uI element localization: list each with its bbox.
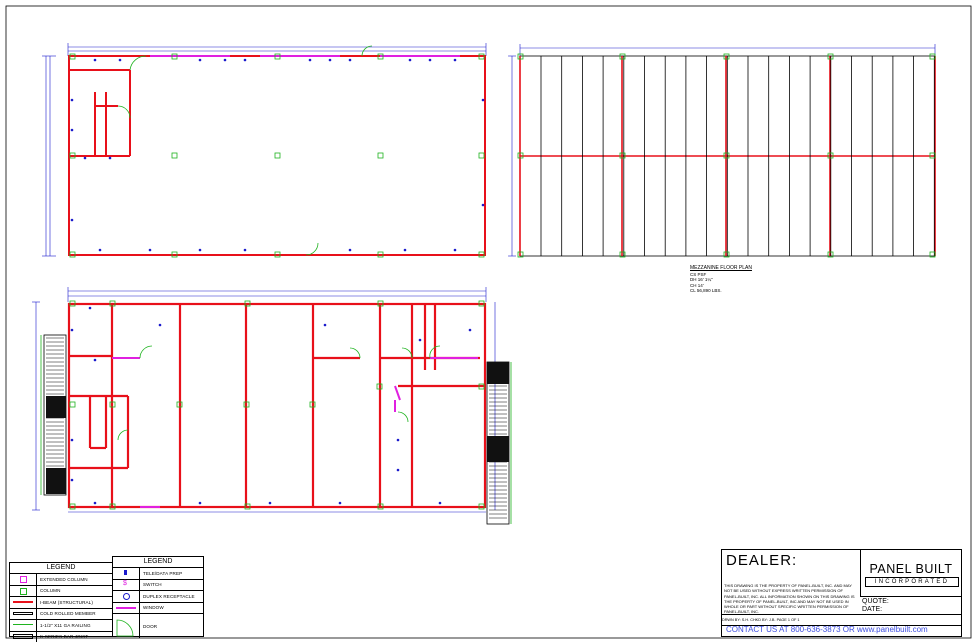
- extended-column-icon: [10, 574, 37, 585]
- legend-row: DOOR: [113, 614, 203, 638]
- legend-row: COLD ROLLED MEMBER: [10, 608, 112, 620]
- duplex-receptacle-icon: [113, 591, 140, 602]
- legend-row: 1-1/2" X11 GA RAILING: [10, 620, 112, 632]
- date-label: DATE:: [862, 606, 883, 613]
- door-icon: [113, 614, 140, 638]
- legend-label: DUPLEX RECEPTACLE: [143, 593, 195, 599]
- switch-icon: $: [113, 579, 140, 590]
- ground-floor-plan: [42, 43, 487, 258]
- legend-label: K-SERIES BAR JOIST: [40, 634, 89, 640]
- legend-label: I-BEAM (STRUCTURAL): [40, 599, 93, 605]
- disclaimer-text: THIS DRAWING IS THE PROPERTY OF PANEL-BU…: [724, 583, 855, 615]
- bar-joist-icon: [10, 631, 37, 642]
- legend-row: EXTENDED COLUMN: [10, 574, 112, 586]
- column-icon: [10, 585, 37, 596]
- railing-icon: [10, 620, 37, 631]
- legend-label: COLD ROLLED MEMBER: [40, 611, 96, 617]
- quote-label: QUOTE:: [862, 598, 889, 605]
- legend-row: I-BEAM (STRUCTURAL): [10, 597, 112, 609]
- legend-label: TELE/DATA PREP: [143, 570, 183, 576]
- legend-label: SWITCH: [143, 582, 162, 588]
- legend-title: LEGEND: [113, 557, 203, 568]
- legend-label: COLUMN: [40, 588, 61, 594]
- legend-label: 1-1/2" X11 GA RAILING: [40, 622, 91, 628]
- drawing-sheet: [5, 5, 972, 639]
- legend-row: $ SWITCH: [113, 579, 203, 591]
- legend-electrical: LEGEND TELE/DATA PREP $ SWITCH DUPLEX RE…: [112, 556, 204, 638]
- legend-row: K-SERIES BAR JOIST: [10, 631, 112, 642]
- title-block: DEALER: THIS DRAWING IS THE PROPERTY OF …: [721, 549, 962, 637]
- legend-row: WINDOW: [113, 602, 203, 614]
- legend-label: EXTENDED COLUMN: [40, 576, 88, 582]
- i-beam-icon: [10, 597, 37, 608]
- dealer-label: DEALER:: [726, 552, 798, 569]
- legend-row: COLUMN: [10, 585, 112, 597]
- brand-logo: PANEL BUILT INCORPORATED: [860, 550, 961, 597]
- legend-title: LEGEND: [10, 563, 112, 574]
- mezzanine-line: CL 56,890 LBS.: [690, 288, 722, 293]
- tele-data-icon: [113, 568, 140, 579]
- stair-right: [486, 361, 512, 525]
- brand-subtitle: INCORPORATED: [865, 577, 959, 587]
- cold-rolled-icon: [10, 608, 37, 619]
- upper-floor-plan: [32, 287, 512, 525]
- stair-left: [40, 334, 67, 496]
- mezzanine-floor-plan: [508, 44, 936, 258]
- legend-row: DUPLEX RECEPTACLE: [113, 591, 203, 603]
- brand-name: PANEL BUILT: [869, 562, 953, 576]
- legend-label: DOOR: [143, 623, 158, 629]
- legend-row: TELE/DATA PREP: [113, 568, 203, 580]
- legend-structural: LEGEND EXTENDED COLUMN COLUMN I-BEAM (ST…: [9, 562, 113, 642]
- contact-link[interactable]: CONTACT US AT 800-636-3873 OR www.panelb…: [726, 625, 928, 634]
- legend-label: WINDOW: [143, 605, 164, 611]
- mezzanine-label: MEZZANINE FLOOR PLAN CS PSF DH 16' 1¼" C…: [690, 265, 752, 294]
- mezzanine-title: MEZZANINE FLOOR PLAN: [690, 265, 752, 271]
- window-icon: [113, 602, 140, 613]
